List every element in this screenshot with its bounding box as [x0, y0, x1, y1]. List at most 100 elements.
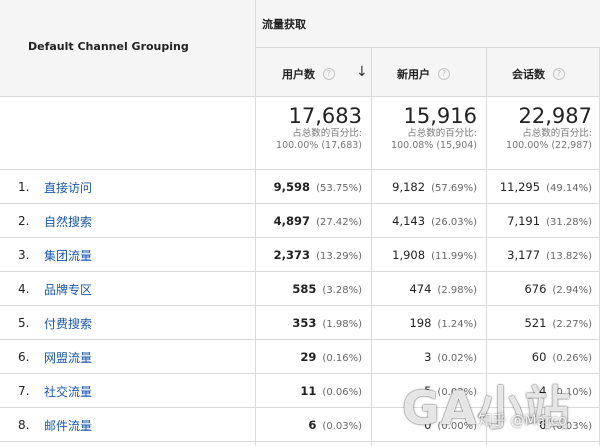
total-users: 17,683 占总数的百分比: 100.00% (17,683): [276, 104, 362, 152]
channel-link[interactable]: 网盟流量: [44, 349, 92, 366]
total-percent-value: 100.00% (17,683): [276, 140, 362, 151]
divider: [256, 47, 600, 48]
metric-value: 676: [524, 282, 547, 296]
total-value: 22,987: [518, 104, 592, 128]
users-cell: 4,897 (27.42%): [274, 214, 362, 228]
channel-link[interactable]: 集团流量: [44, 247, 92, 264]
row-index: 5.: [18, 316, 30, 330]
help-icon[interactable]: ?: [438, 68, 450, 80]
sessions-cell: 676 (2.94%): [524, 282, 592, 296]
channel-link[interactable]: 品牌专区: [44, 281, 92, 298]
metric-percent: (2.27%): [552, 319, 592, 330]
table-row: 1. 直接访问 9,598 (53.75%) 9,182 (57.69%) 11,295 (4…: [0, 170, 600, 204]
metric-percent: (2.94%): [552, 285, 592, 296]
total-percent-label: 占总数的百分比:: [407, 128, 477, 139]
row-index: 4.: [18, 282, 30, 296]
metric-value: 4,143: [392, 214, 426, 228]
channel-link[interactable]: 付费搜索: [44, 315, 92, 332]
metric-value: 1,908: [392, 248, 426, 262]
total-percent-label: 占总数的百分比:: [522, 128, 592, 139]
new-users-cell: 4,143 (26.03%): [392, 214, 477, 228]
users-cell: 29 (0.16%): [300, 350, 362, 364]
row-index: 1.: [18, 180, 30, 194]
users-cell: 11 (0.06%): [300, 384, 362, 398]
sessions-cell: 3,177 (13.82%): [507, 248, 592, 262]
new-users-cell: 1,908 (11.99%): [392, 248, 477, 262]
sort-descending-icon[interactable]: ↓: [356, 64, 368, 80]
metric-value: 6: [308, 418, 317, 432]
column-header-label: 新用户: [397, 68, 430, 81]
total-percent-label: 占总数的百分比:: [292, 128, 362, 139]
metric-value: 3: [424, 350, 432, 364]
metric-value: 474: [409, 282, 432, 296]
metric-value: 11: [300, 384, 317, 398]
row-index: 7.: [18, 384, 30, 398]
metric-percent: (49.14%): [546, 183, 592, 194]
help-icon[interactable]: ?: [323, 68, 335, 80]
column-header-users[interactable]: 用户数 ?: [282, 66, 335, 82]
sessions-cell: 11,295 (49.14%): [500, 180, 592, 194]
metric-value: 11,295: [499, 180, 541, 194]
metric-value: 9,182: [392, 180, 426, 194]
row-index: 8.: [18, 418, 30, 432]
new-users-cell: 474 (2.98%): [409, 282, 477, 296]
metric-percent: (13.29%): [316, 251, 362, 262]
metric-percent: (0.03%): [322, 421, 362, 432]
users-cell: 585 (3.28%): [292, 282, 362, 296]
channel-link[interactable]: 直接访问: [44, 179, 92, 196]
dimension-header[interactable]: Default Channel Grouping: [28, 40, 189, 53]
column-header-new-users[interactable]: 新用户 ?: [397, 66, 450, 82]
metric-value: 9,598: [273, 180, 311, 194]
total-new-users: 15,916 占总数的百分比: 100.08% (15,904): [391, 104, 477, 152]
metric-percent: (1.24%): [437, 319, 477, 330]
sessions-cell: 60 (0.26%): [532, 350, 592, 364]
channel-link[interactable]: 自然搜索: [44, 213, 92, 230]
users-cell: 353 (1.98%): [292, 316, 362, 330]
metric-percent: (27.42%): [316, 217, 362, 228]
column-header-sessions[interactable]: 会话数 ?: [512, 66, 565, 82]
metric-percent: (3.28%): [322, 285, 362, 296]
users-cell: 9,598 (53.75%): [274, 180, 362, 194]
total-sessions: 22,987 占总数的百分比: 100.00% (22,987): [506, 104, 592, 152]
divider: [0, 96, 600, 97]
metric-percent: (31.28%): [546, 217, 592, 228]
users-cell: 6 (0.03%): [308, 418, 362, 432]
total-value: 15,916: [403, 104, 477, 128]
metric-value: 60: [531, 350, 547, 364]
new-users-cell: 198 (1.24%): [409, 316, 477, 330]
metric-percent: (57.69%): [431, 183, 477, 194]
table-row: 6. 网盟流量 29 (0.16%) 3 (0.02%) 60 (0.26%): [0, 340, 600, 374]
column-header-label: 用户数: [282, 68, 315, 81]
metric-value: 353: [292, 316, 317, 330]
metric-percent: (0.26%): [552, 353, 592, 364]
metric-value: 585: [292, 282, 317, 296]
metric-percent: (1.98%): [322, 319, 362, 330]
metric-percent: (2.98%): [437, 285, 477, 296]
group-header-acquisition: 流量获取: [262, 18, 306, 31]
metric-percent: (11.99%): [431, 251, 477, 262]
metric-percent: (0.16%): [322, 353, 362, 364]
metric-value: 3,177: [507, 248, 541, 262]
help-icon[interactable]: ?: [553, 68, 565, 80]
channel-link[interactable]: 邮件流量: [44, 417, 92, 434]
new-users-cell: 9,182 (57.69%): [392, 180, 477, 194]
channel-link[interactable]: 社交流量: [44, 383, 92, 400]
watermark-credit: 知乎 @Marco: [478, 413, 567, 429]
table-row: 4. 品牌专区 585 (3.28%) 474 (2.98%) 676 (2.94%): [0, 272, 600, 306]
metric-value: 198: [409, 316, 432, 330]
row-index: 6.: [18, 350, 30, 364]
sessions-cell: 521 (2.27%): [524, 316, 592, 330]
metric-value: 2,373: [273, 248, 311, 262]
new-users-cell: 3 (0.02%): [424, 350, 477, 364]
row-index: 3.: [18, 248, 30, 262]
sessions-cell: 7,191 (31.28%): [507, 214, 592, 228]
metric-percent: (13.82%): [546, 251, 592, 262]
metric-value: 29: [300, 350, 317, 364]
total-percent-value: 100.00% (22,987): [506, 140, 592, 151]
metric-value: 4,897: [273, 214, 311, 228]
table-row: 3. 集团流量 2,373 (13.29%) 1,908 (11.99%) 3,177 (13…: [0, 238, 600, 272]
metric-percent: (26.03%): [431, 217, 477, 228]
metric-value: 7,191: [507, 214, 541, 228]
row-index: 2.: [18, 214, 30, 228]
total-value: 17,683: [288, 104, 362, 128]
